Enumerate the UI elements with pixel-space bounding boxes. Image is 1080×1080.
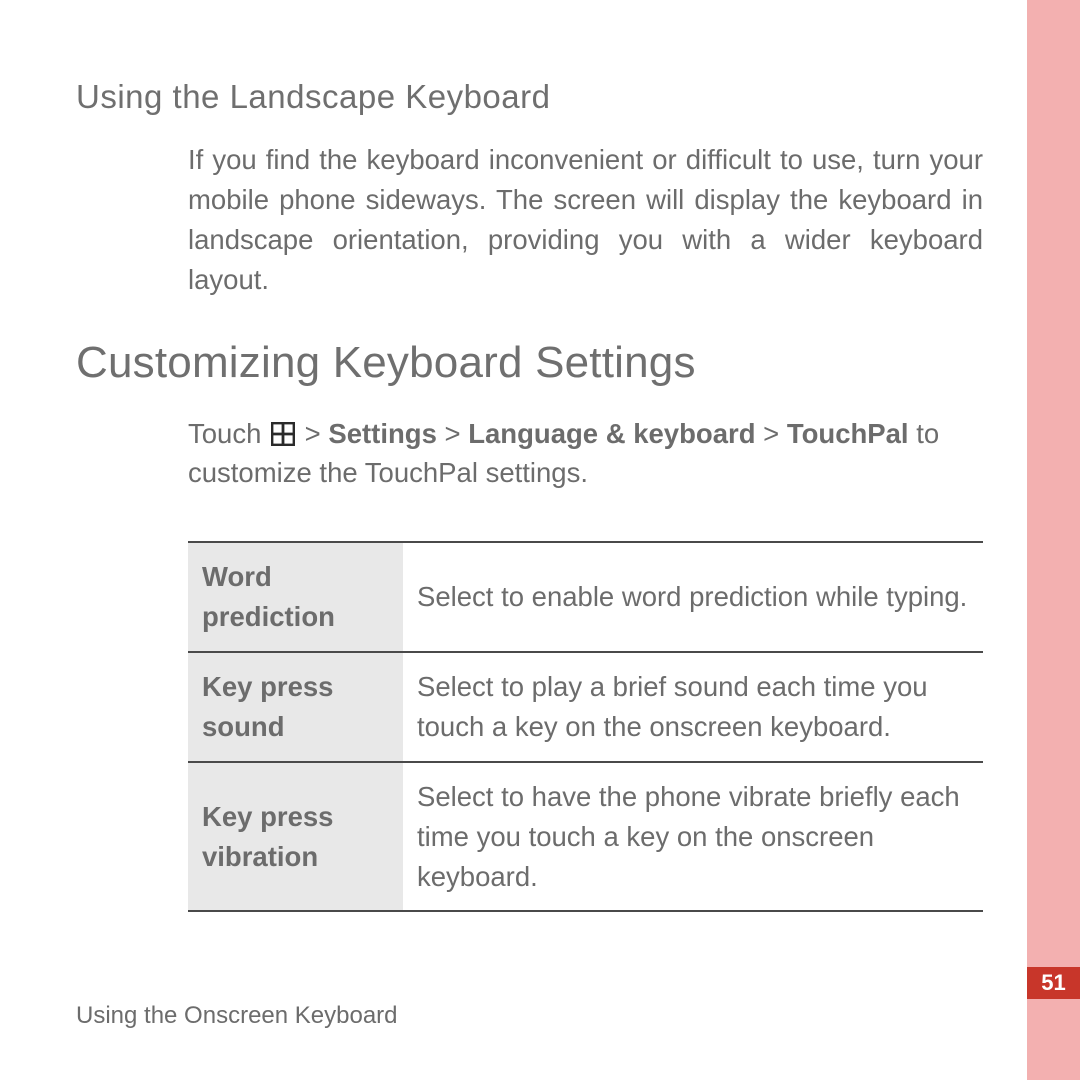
main-heading: Customizing Keyboard Settings — [76, 338, 996, 388]
setting-label: Word prediction — [188, 542, 403, 652]
setting-description: Select to enable word prediction while t… — [403, 542, 983, 652]
setting-description: Select to have the phone vibrate briefly… — [403, 762, 983, 912]
sidebar-pink-stripe — [1027, 0, 1080, 1080]
settings-table: Word prediction Select to enable word pr… — [188, 541, 983, 912]
table-row: Word prediction Select to enable word pr… — [188, 542, 983, 652]
document-page: Using the Landscape Keyboard If you find… — [0, 0, 1080, 1080]
intro-sep-1: > — [297, 418, 328, 449]
intro-path-2: TouchPal — [787, 418, 909, 449]
setting-label: Key press vibration — [188, 762, 403, 912]
intro-sep-3: > — [756, 418, 787, 449]
intro-path-0: Settings — [328, 418, 436, 449]
intro-sep-2: > — [437, 418, 468, 449]
footer-breadcrumb: Using the Onscreen Keyboard — [76, 1002, 398, 1030]
table-row: Key press vibration Select to have the p… — [188, 762, 983, 912]
setting-label: Key press sound — [188, 652, 403, 762]
page-number-badge: 51 — [1027, 967, 1080, 999]
table-row: Key press sound Select to play a brief s… — [188, 652, 983, 762]
page-content: Using the Landscape Keyboard If you find… — [76, 78, 996, 912]
body-paragraph: If you find the keyboard inconvenient or… — [188, 140, 983, 300]
intro-prefix: Touch — [188, 418, 269, 449]
intro-paragraph: Touch > Settings > Language & keyboard >… — [188, 414, 983, 494]
subheading: Using the Landscape Keyboard — [76, 78, 996, 116]
setting-description: Select to play a brief sound each time y… — [403, 652, 983, 762]
apps-grid-icon — [271, 417, 295, 441]
intro-path-1: Language & keyboard — [468, 418, 755, 449]
